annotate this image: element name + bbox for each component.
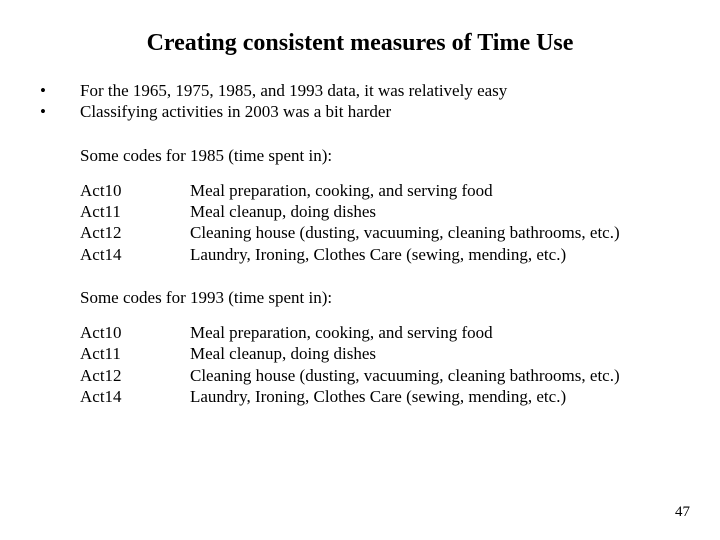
code-row: Act10 Meal preparation, cooking, and ser… [80, 322, 680, 343]
slide: Creating consistent measures of Time Use… [0, 0, 720, 540]
slide-title: Creating consistent measures of Time Use [40, 28, 680, 58]
code-desc: Meal preparation, cooking, and serving f… [190, 180, 680, 201]
code-key: Act14 [80, 386, 190, 407]
bullet-text: For the 1965, 1975, 1985, and 1993 data,… [80, 80, 680, 101]
code-desc: Laundry, Ironing, Clothes Care (sewing, … [190, 386, 680, 407]
code-key: Act11 [80, 201, 190, 222]
page-number: 47 [675, 503, 690, 522]
code-desc: Cleaning house (dusting, vacuuming, clea… [190, 222, 680, 243]
code-desc: Meal preparation, cooking, and serving f… [190, 322, 680, 343]
section-1985-label: Some codes for 1985 (time spent in): [80, 145, 680, 166]
code-key: Act14 [80, 244, 190, 265]
code-key: Act12 [80, 365, 190, 386]
code-key: Act10 [80, 322, 190, 343]
code-row: Act11 Meal cleanup, doing dishes [80, 201, 680, 222]
code-row: Act11 Meal cleanup, doing dishes [80, 343, 680, 364]
code-key: Act12 [80, 222, 190, 243]
code-desc: Cleaning house (dusting, vacuuming, clea… [190, 365, 680, 386]
code-row: Act10 Meal preparation, cooking, and ser… [80, 180, 680, 201]
code-row: Act14 Laundry, Ironing, Clothes Care (se… [80, 244, 680, 265]
code-row: Act12 Cleaning house (dusting, vacuuming… [80, 365, 680, 386]
code-desc: Laundry, Ironing, Clothes Care (sewing, … [190, 244, 680, 265]
code-desc: Meal cleanup, doing dishes [190, 343, 680, 364]
bullet-item: • Classifying activities in 2003 was a b… [40, 101, 680, 122]
codes-1985: Act10 Meal preparation, cooking, and ser… [80, 180, 680, 265]
code-key: Act10 [80, 180, 190, 201]
bullet-text: Classifying activities in 2003 was a bit… [80, 101, 680, 122]
code-row: Act12 Cleaning house (dusting, vacuuming… [80, 222, 680, 243]
codes-1993: Act10 Meal preparation, cooking, and ser… [80, 322, 680, 407]
code-row: Act14 Laundry, Ironing, Clothes Care (se… [80, 386, 680, 407]
bullet-list: • For the 1965, 1975, 1985, and 1993 dat… [40, 80, 680, 123]
code-desc: Meal cleanup, doing dishes [190, 201, 680, 222]
bullet-marker-icon: • [40, 80, 80, 101]
bullet-item: • For the 1965, 1975, 1985, and 1993 dat… [40, 80, 680, 101]
bullet-marker-icon: • [40, 101, 80, 122]
code-key: Act11 [80, 343, 190, 364]
section-1993-label: Some codes for 1993 (time spent in): [80, 287, 680, 308]
